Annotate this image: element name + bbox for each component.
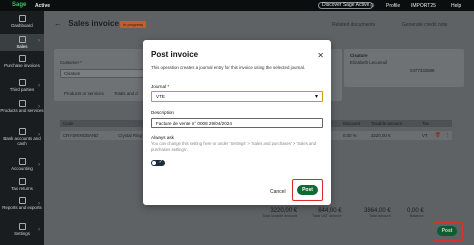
close-icon[interactable]: ✕ — [317, 51, 324, 60]
column-code: Code — [63, 121, 74, 126]
client-contact: Elizabeth Lecureuil — [350, 60, 388, 65]
client-phone: 0477332588 — [410, 68, 435, 73]
page-title: ← Sales invoice — [54, 19, 119, 28]
sidebar-item-settings[interactable]: Settings › — [0, 223, 44, 236]
client-name: Cisature — [350, 53, 368, 58]
accounting-icon — [18, 158, 26, 165]
always-ask-label: Always ask — [151, 135, 174, 140]
delete-icon[interactable]: 🗑 — [435, 132, 441, 138]
chevron-right-icon: › — [38, 201, 40, 207]
bank-icon — [18, 128, 26, 135]
sidebar-item-sales[interactable]: Sales › — [0, 34, 44, 51]
environment-label: Active — [35, 3, 51, 9]
sidebar-item-bank[interactable]: Bank accounts and cash › — [0, 128, 44, 146]
description-label: Description — [151, 110, 174, 115]
chevron-right-icon: › — [38, 227, 40, 233]
purchase-icon — [18, 55, 26, 62]
column-taxable: Taxable amount — [371, 121, 402, 126]
dialog-title: Post invoice — [151, 50, 199, 59]
chevron-down-icon: ▾ — [314, 94, 318, 100]
sidebar-item-third-parties[interactable]: Third parties › — [0, 79, 44, 92]
always-ask-toggle[interactable]: ✓ — [151, 159, 165, 166]
chevron-right-icon: › — [38, 38, 40, 44]
sidebar-item-accounting[interactable]: Accounting › — [0, 158, 44, 171]
sidebar-item-products[interactable]: Products and services › — [0, 100, 44, 113]
post-invoice-dialog: Post invoice ✕ This operation creates a … — [143, 40, 331, 205]
settings-icon — [18, 223, 26, 230]
row-tax: VT — [422, 133, 428, 138]
column-tax: Tax — [422, 121, 429, 126]
top-bar: Sage Active Discover Sage Active ⚇ Profi… — [0, 0, 474, 11]
discover-sage-active-button[interactable]: Discover Sage Active — [318, 2, 374, 9]
dashboard-icon — [18, 15, 26, 22]
row-taxable: 3220,00 € — [371, 133, 391, 138]
sidebar-item-dashboard[interactable]: Dashboard — [0, 15, 44, 28]
sidebar: Dashboard Sales › Purchase invoices Thir… — [0, 11, 44, 245]
third-parties-icon — [18, 79, 26, 86]
journal-label: Journal * — [151, 84, 170, 89]
people-icon[interactable]: ⚇ — [370, 3, 374, 9]
tax-icon — [18, 178, 26, 185]
chevron-right-icon: › — [38, 132, 40, 138]
total-amount: 3864,00 € Total amount — [364, 208, 391, 218]
toggle-knob — [152, 161, 156, 165]
total-vat: 644,00 € Total VAT amount — [312, 208, 342, 218]
column-discount: Discount — [343, 121, 361, 126]
footer-post-button[interactable]: Post — [437, 226, 457, 236]
cancel-button[interactable]: Cancel — [270, 189, 286, 195]
help-menu[interactable]: Help — [451, 3, 461, 9]
row-code: CRYSRINGBAND — [63, 133, 99, 138]
sage-logo[interactable]: Sage — [12, 2, 26, 8]
sidebar-item-purchase-invoices[interactable]: Purchase invoices — [0, 55, 44, 68]
sidebar-item-reports[interactable]: Reports and exports › — [0, 197, 44, 210]
post-button[interactable]: Post — [297, 185, 318, 195]
customer-label: Customer * — [60, 60, 82, 65]
profile-menu[interactable]: Profile — [386, 3, 400, 9]
more-icon[interactable]: ⋮ — [445, 132, 449, 138]
row-discount: 0,00 % — [343, 133, 357, 138]
products-icon — [18, 100, 26, 107]
related-documents-link[interactable]: Related documents — [332, 22, 375, 28]
description-input[interactable]: Facture de vente n° 0008 29/04/2024 — [151, 118, 323, 128]
status-badge: In progress — [120, 21, 147, 28]
chevron-right-icon: › — [38, 83, 40, 89]
chevron-right-icon: › — [38, 162, 40, 168]
total-taxable: 3220,00 € Total taxable amount — [262, 208, 298, 218]
sidebar-item-tax-returns[interactable]: Tax returns — [0, 178, 44, 191]
dialog-description: This operation creates a journal entry f… — [151, 65, 306, 70]
chevron-right-icon: › — [38, 104, 40, 110]
tab-products[interactable]: Products or services — [64, 91, 104, 96]
back-arrow-icon[interactable]: ← — [54, 19, 62, 28]
tab-totals[interactable]: Totals and d — [114, 91, 138, 96]
company-menu[interactable]: IMPORT25 — [411, 3, 436, 9]
sales-icon — [18, 36, 26, 43]
reports-icon — [18, 197, 26, 204]
balance: 0,00 € Balance — [407, 208, 424, 218]
generate-credit-note-link[interactable]: Generate credit note — [402, 22, 448, 28]
check-icon: ✓ — [158, 159, 163, 165]
settings-note: You can change this setting here or unde… — [151, 141, 316, 152]
journal-select[interactable]: VTE ▾ — [151, 91, 323, 102]
